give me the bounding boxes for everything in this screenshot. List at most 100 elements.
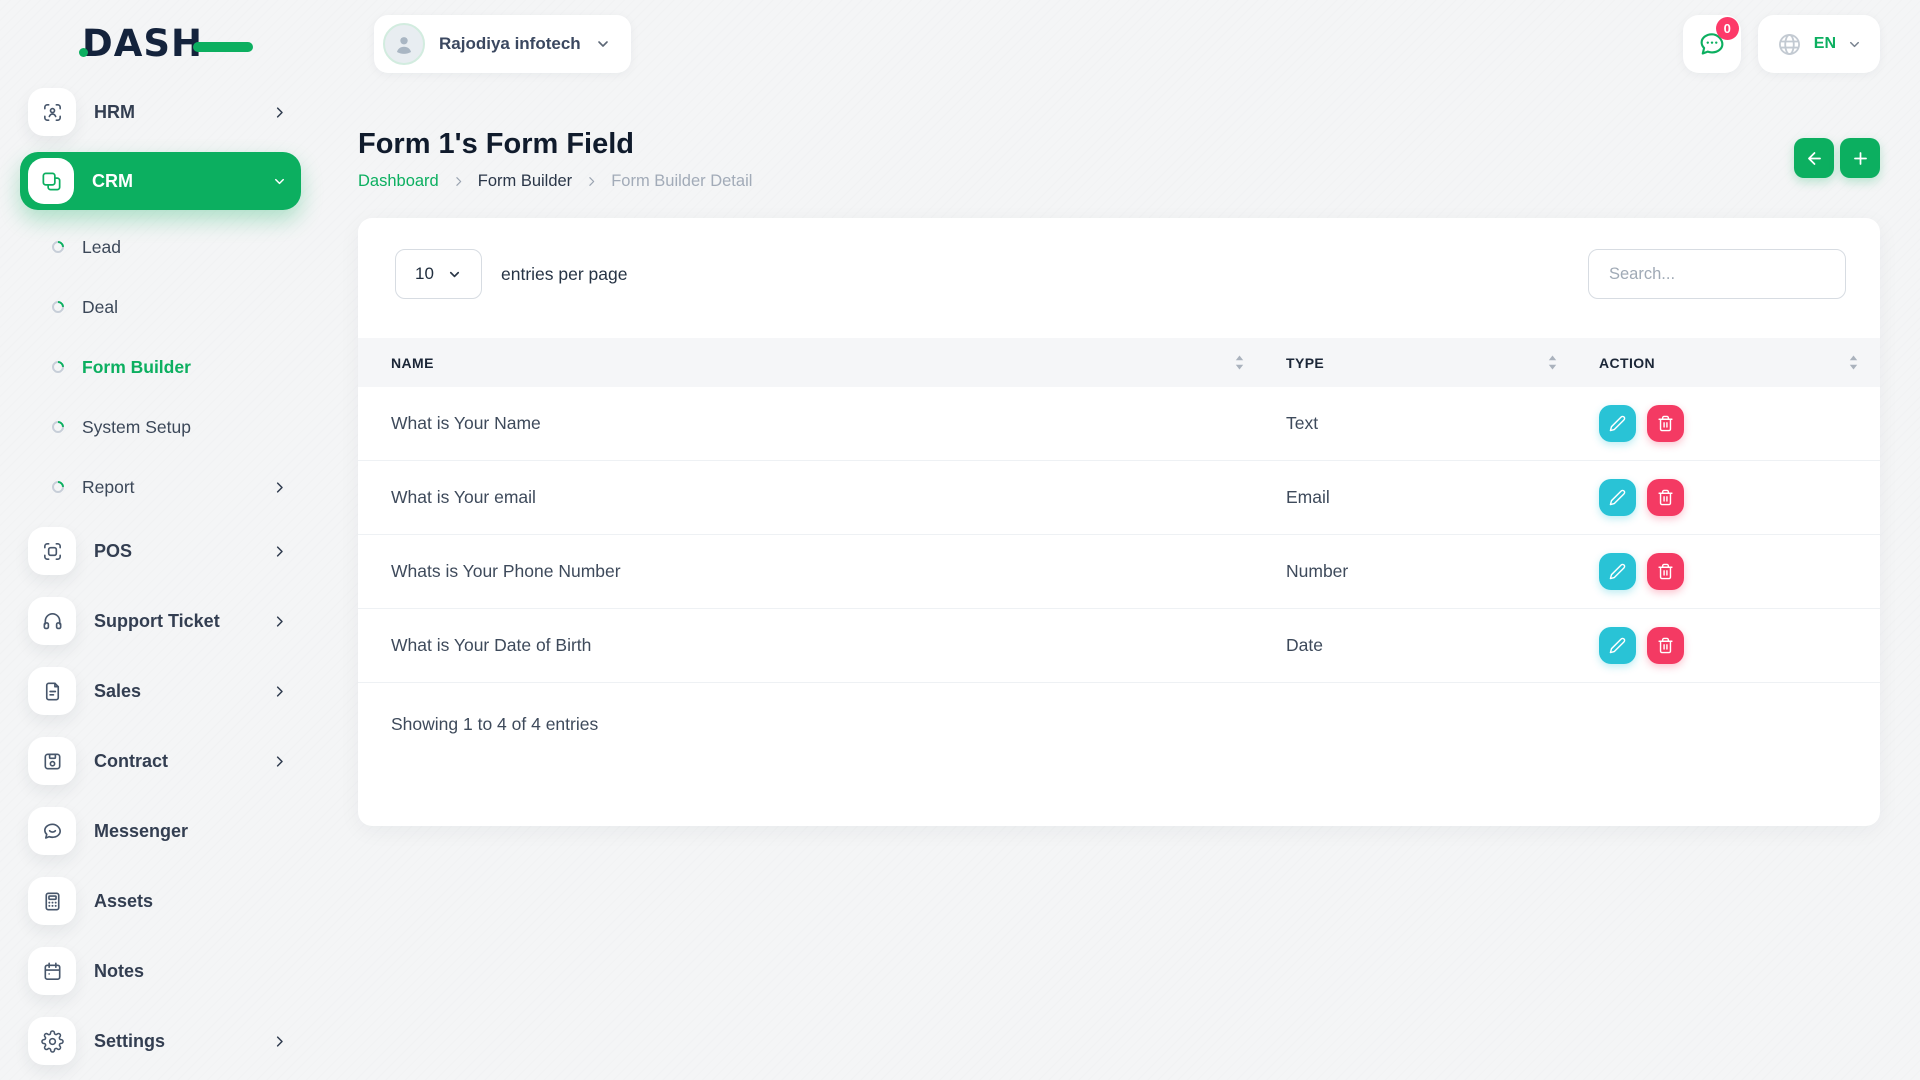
delete-button[interactable]: [1647, 627, 1684, 664]
chevron-right-icon: [585, 175, 598, 188]
language-code: EN: [1814, 35, 1836, 53]
sidebar-item-support-ticket[interactable]: Support Ticket: [20, 597, 301, 645]
breadcrumb-dashboard[interactable]: Dashboard: [358, 172, 439, 191]
sidebar-item-form-builder[interactable]: Form Builder: [20, 343, 301, 391]
workspace-name: Rajodiya infotech: [439, 34, 581, 54]
field-type-cell: Email: [1286, 487, 1599, 508]
sidebar-item-label: CRM: [92, 171, 133, 192]
chevron-right-icon: [452, 175, 465, 188]
icon-tile: [28, 1017, 76, 1065]
sidebar-item-sales[interactable]: Sales: [20, 667, 301, 715]
top-bar: DASH Rajodiya infotech 0: [0, 0, 1920, 90]
logo-text: DASH: [82, 22, 203, 65]
icon-tile: [28, 877, 76, 925]
sidebar-item-report[interactable]: Report: [20, 463, 301, 511]
bullet-circle-icon: [50, 419, 67, 436]
sidebar-item-crm[interactable]: CRM: [20, 152, 301, 210]
edit-pencil-icon: [1609, 489, 1626, 506]
chevron-down-icon: [272, 174, 287, 189]
edit-button[interactable]: [1599, 405, 1636, 442]
chevron-right-icon: [272, 614, 287, 629]
column-header-action[interactable]: ACTION: [1599, 355, 1880, 371]
page-title: Form 1's Form Field: [358, 128, 1880, 161]
delete-trash-icon: [1657, 563, 1674, 580]
sidebar-item-label: Form Builder: [82, 357, 191, 378]
sidebar-item-label: HRM: [94, 102, 135, 123]
chevron-down-icon: [595, 36, 611, 52]
sidebar-item-label: Deal: [82, 297, 118, 318]
app-logo[interactable]: DASH: [82, 22, 203, 65]
icon-tile: [28, 88, 76, 136]
field-name-cell: What is Your Name: [358, 413, 1286, 434]
logo-dash-accent: [193, 42, 253, 52]
edit-pencil-icon: [1609, 563, 1626, 580]
row-actions: [1599, 479, 1880, 516]
field-type-cell: Number: [1286, 561, 1599, 582]
add-button[interactable]: [1840, 138, 1880, 178]
row-actions: [1599, 627, 1880, 664]
sort-icon: [1849, 355, 1858, 370]
table-header-row: NAME TYPE ACTION: [358, 338, 1880, 387]
sidebar-item-pos[interactable]: POS: [20, 527, 301, 575]
delete-button[interactable]: [1647, 553, 1684, 590]
search-input[interactable]: [1588, 249, 1846, 299]
field-type-cell: Text: [1286, 413, 1599, 434]
sidebar-item-system-setup[interactable]: System Setup: [20, 403, 301, 451]
sidebar-item-messenger[interactable]: Messenger: [20, 807, 301, 855]
sidebar-item-lead[interactable]: Lead: [20, 223, 301, 271]
headset-icon: [41, 610, 64, 633]
table-row: What is Your Date of Birth Date: [358, 609, 1880, 683]
sidebar-item-settings[interactable]: Settings: [20, 1017, 301, 1065]
breadcrumb-current: Form Builder Detail: [611, 172, 752, 191]
form-fields-card: 10 entries per page NAME TYPE: [358, 218, 1880, 826]
icon-tile: [28, 597, 76, 645]
sidebar-item-label: Assets: [94, 891, 153, 912]
sidebar-item-assets[interactable]: Assets: [20, 877, 301, 925]
topbar-actions: 0 EN: [1683, 15, 1880, 73]
language-selector[interactable]: EN: [1758, 15, 1880, 73]
avatar: [383, 23, 425, 65]
arrow-left-icon: [1805, 149, 1824, 168]
field-name-cell: Whats is Your Phone Number: [358, 561, 1286, 582]
sidebar-item-hrm[interactable]: HRM: [20, 88, 301, 136]
back-button[interactable]: [1794, 138, 1834, 178]
edit-button[interactable]: [1599, 479, 1636, 516]
calculator-icon: [41, 890, 64, 913]
sidebar-item-deal[interactable]: Deal: [20, 283, 301, 331]
column-header-name[interactable]: NAME: [358, 355, 1286, 371]
crm-overlap-squares-icon: [40, 170, 63, 193]
row-actions: [1599, 553, 1880, 590]
table-row: What is Your Name Text: [358, 387, 1880, 461]
bullet-circle-icon: [50, 359, 67, 376]
table-controls: 10 entries per page: [358, 218, 1880, 299]
sidebar-item-label: Report: [82, 477, 135, 498]
sidebar-item-label: POS: [94, 541, 132, 562]
edit-button[interactable]: [1599, 627, 1636, 664]
sidebar-item-contract[interactable]: Contract: [20, 737, 301, 785]
gear-icon: [41, 1030, 64, 1053]
icon-tile: [28, 947, 76, 995]
sidebar-item-notes[interactable]: Notes: [20, 947, 301, 995]
sidebar: HRM CRM Lead Deal Form Builder: [20, 88, 301, 1065]
chevron-down-icon: [447, 267, 462, 282]
messages-button[interactable]: 0: [1683, 15, 1741, 73]
save-file-icon: [41, 750, 64, 773]
sidebar-item-label: Lead: [82, 237, 121, 258]
delete-button[interactable]: [1647, 405, 1684, 442]
edit-button[interactable]: [1599, 553, 1636, 590]
breadcrumb-form-builder[interactable]: Form Builder: [478, 172, 572, 191]
entries-per-page-label: entries per page: [501, 264, 627, 285]
delete-button[interactable]: [1647, 479, 1684, 516]
chat-bubble-icon: [41, 820, 64, 843]
sort-icon: [1235, 355, 1244, 370]
chevron-right-icon: [272, 1034, 287, 1049]
row-actions: [1599, 405, 1880, 442]
column-header-type[interactable]: TYPE: [1286, 355, 1599, 371]
hrm-scan-icon: [41, 101, 64, 124]
edit-pencil-icon: [1609, 415, 1626, 432]
chevron-right-icon: [272, 684, 287, 699]
delete-trash-icon: [1657, 637, 1674, 654]
entries-per-page-select[interactable]: 10: [395, 249, 482, 299]
page-actions: [1794, 138, 1880, 178]
workspace-selector[interactable]: Rajodiya infotech: [374, 15, 631, 73]
